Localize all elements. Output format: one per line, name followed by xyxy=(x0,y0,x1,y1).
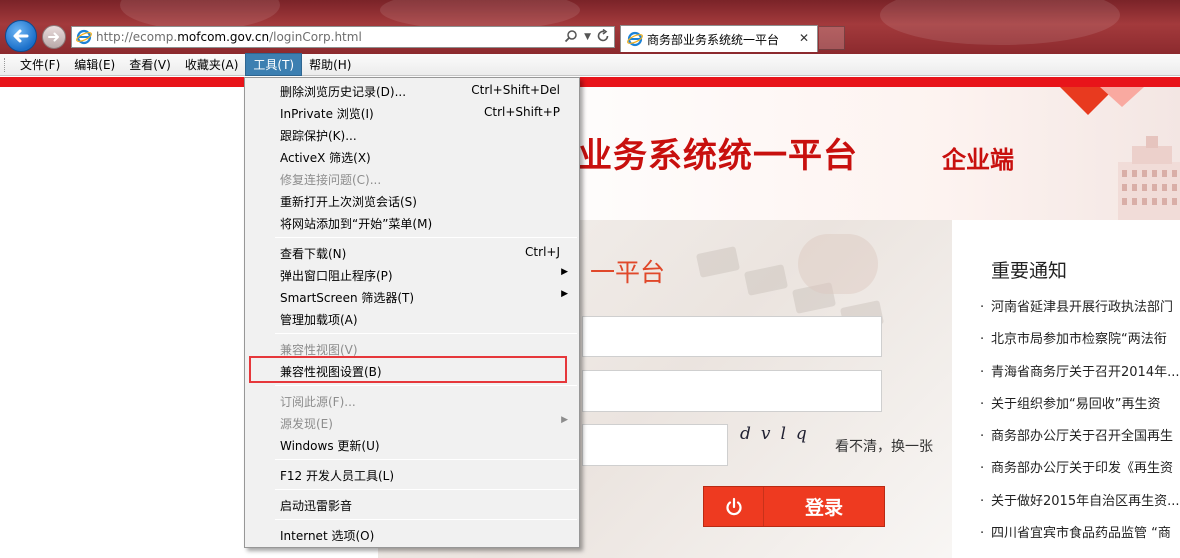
menu-item-subscribe-feed: 订阅此源(F)... xyxy=(280,395,356,409)
menu-view[interactable]: 查看(V) xyxy=(122,54,178,75)
back-button[interactable] xyxy=(5,20,37,52)
bullet: · xyxy=(980,429,985,445)
menu-separator xyxy=(275,519,577,520)
notice-item[interactable]: · 关于做好2015年自治区再生资... xyxy=(980,490,1180,522)
arrow-right-icon xyxy=(48,32,59,42)
hand-graphic xyxy=(798,234,878,294)
arrow-left-icon xyxy=(13,29,29,43)
header-decoration xyxy=(1100,87,1144,107)
login-heading: 一平台 xyxy=(590,258,666,287)
titlebar-texture xyxy=(880,0,1120,45)
tab-mofcom[interactable]: 商务部业务系统统一平台 ✕ xyxy=(620,25,818,52)
username-field[interactable] xyxy=(582,316,882,357)
login-button[interactable]: 登录 xyxy=(703,486,885,527)
building-graphic xyxy=(1118,136,1180,220)
toolbar-grip[interactable] xyxy=(4,57,7,72)
notice-list: · 河南省延津县开展行政执法部门 · 北京市局参加市检察院“两法衔 · 青海省商务厅关… xyxy=(980,296,1180,554)
menu-item-delete-history[interactable]: 删除浏览历史记录(D)... Ctrl+Shift+Del xyxy=(246,79,578,101)
notice-item[interactable]: · 四川省宜宾市食品药品监管 “商 xyxy=(980,522,1180,554)
address-bar[interactable]: http://ecomp.mofcom.gov.cn/loginCorp.htm… xyxy=(71,26,615,48)
keyboard-graphic xyxy=(743,264,789,296)
menu-item-windows-update[interactable]: Windows 更新(U) xyxy=(246,433,578,455)
notice-item[interactable]: · 商务部办公厅关于印发《再生资 xyxy=(980,457,1180,489)
menu-item-add-to-start[interactable]: 将网站添加到“开始”菜单(M) xyxy=(246,211,578,233)
site-title: 业务系统统一平台 xyxy=(578,136,858,176)
address-tools: ▼ xyxy=(564,29,610,43)
menu-item-internet-options[interactable]: Internet 选项(O) xyxy=(246,523,578,545)
menu-item-fix-connection: 修复连接问题(C)... xyxy=(280,173,382,187)
menu-separator xyxy=(275,333,577,334)
header-red-strip xyxy=(0,77,1180,87)
submenu-arrow-icon: ▶ xyxy=(561,289,568,299)
bullet: · xyxy=(980,332,985,348)
notice-item[interactable]: · 商务部办公厅关于召开全国再生 xyxy=(980,425,1180,457)
submenu-arrow-icon: ▶ xyxy=(561,415,568,425)
highlight-annotation-box xyxy=(249,356,567,383)
tools-menu: 删除浏览历史记录(D)... Ctrl+Shift+Del InPrivate … xyxy=(244,77,580,548)
notice-item[interactable]: · 河南省延津县开展行政执法部门 xyxy=(980,296,1180,328)
menu-item-tracking-protection[interactable]: 跟踪保护(K)... xyxy=(246,123,578,145)
password-field[interactable] xyxy=(582,370,882,412)
site-subtitle: 企业端 xyxy=(942,145,1014,174)
bullet: · xyxy=(980,493,985,509)
captcha-refresh-link[interactable]: 看不清，换一张 xyxy=(835,436,933,456)
menu-separator xyxy=(275,459,577,460)
menu-item-activex-filter[interactable]: ActiveX 筛选(X) xyxy=(246,145,578,167)
notice-item[interactable]: · 关于组织参加“易回收”再生资 xyxy=(980,393,1180,425)
menu-bar: 文件(F) 编辑(E) 查看(V) 收藏夹(A) 工具(T) 帮助(H) xyxy=(0,53,1180,76)
bullet: · xyxy=(980,526,985,542)
submenu-arrow-icon: ▶ xyxy=(561,267,568,277)
refresh-icon[interactable] xyxy=(597,29,610,43)
captcha-image[interactable]: dvlq xyxy=(740,424,828,454)
menu-file[interactable]: 文件(F) xyxy=(13,54,67,75)
forward-button[interactable] xyxy=(42,25,66,49)
menu-item-popup-blocker[interactable]: 弹出窗口阻止程序(P) ▶ xyxy=(246,263,578,285)
menu-help[interactable]: 帮助(H) xyxy=(302,54,358,75)
menu-item-feed-discovery: 源发现(E) ▶ xyxy=(280,415,568,431)
notice-item[interactable]: · 北京市局参加市检察院“两法衔 xyxy=(980,328,1180,360)
menu-item-manage-addons[interactable]: 管理加载项(A) xyxy=(246,307,578,329)
menu-item-inprivate[interactable]: InPrivate 浏览(I) Ctrl+Shift+P xyxy=(246,101,578,123)
notice-item[interactable]: · 青海省商务厅关于召开2014年... xyxy=(980,361,1180,393)
keyboard-graphic xyxy=(695,246,741,278)
menu-edit[interactable]: 编辑(E) xyxy=(67,54,122,75)
menu-item-smartscreen[interactable]: SmartScreen 筛选器(T) ▶ xyxy=(246,285,578,307)
menu-tools[interactable]: 工具(T) xyxy=(245,53,303,76)
menu-item-reopen-session[interactable]: 重新打开上次浏览会话(S) xyxy=(246,189,578,211)
bullet: · xyxy=(980,396,985,412)
bullet: · xyxy=(980,300,985,315)
menu-item-xunlei-player[interactable]: 启动迅雷影音 xyxy=(246,493,578,515)
menu-favorites[interactable]: 收藏夹(A) xyxy=(178,54,246,75)
power-icon xyxy=(725,497,742,515)
close-tab-icon[interactable]: ✕ xyxy=(799,31,809,45)
menu-separator xyxy=(275,489,577,490)
bullet: · xyxy=(980,461,985,477)
new-tab-button[interactable] xyxy=(819,26,845,50)
tab-title: 商务部业务系统统一平台 xyxy=(647,32,780,47)
address-url[interactable]: http://ecomp.mofcom.gov.cn/loginCorp.htm… xyxy=(96,30,362,44)
search-icon[interactable] xyxy=(564,29,578,43)
notice-title: 重要通知 xyxy=(991,260,1068,282)
ie-logo-icon xyxy=(76,29,92,45)
login-power-area xyxy=(704,487,764,526)
menu-separator xyxy=(275,237,577,238)
ie-logo-icon xyxy=(627,31,643,47)
menu-item-view-downloads[interactable]: 查看下载(N) Ctrl+J xyxy=(246,241,578,263)
menu-separator xyxy=(275,385,577,386)
search-dropdown-icon[interactable]: ▼ xyxy=(584,29,591,43)
menu-item-f12-devtools[interactable]: F12 开发人员工具(L) xyxy=(246,463,578,485)
bullet: · xyxy=(980,364,985,380)
login-button-label: 登录 xyxy=(804,497,843,519)
captcha-field[interactable] xyxy=(582,424,728,466)
